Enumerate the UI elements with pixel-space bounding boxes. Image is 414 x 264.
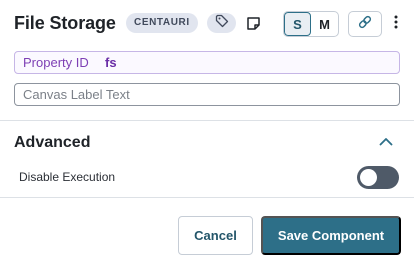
section-divider <box>0 120 414 121</box>
property-id-label: Property ID <box>23 55 89 70</box>
disable-execution-toggle[interactable] <box>357 166 399 189</box>
property-id-field[interactable]: Property ID fs <box>14 51 400 74</box>
panel-header: File Storage CENTAURI S M <box>14 11 404 37</box>
size-toggle-group: S M <box>283 11 339 37</box>
advanced-section-title: Advanced <box>14 134 91 151</box>
canvas-label-input[interactable] <box>15 84 399 105</box>
link-icon <box>357 14 373 35</box>
toggle-knob <box>360 169 377 186</box>
tag-button[interactable] <box>207 13 236 33</box>
canvas-label-field[interactable] <box>14 83 400 106</box>
component-title: File Storage <box>14 13 116 33</box>
chevron-up-icon <box>379 133 393 151</box>
tag-icon <box>215 14 229 33</box>
property-id-value: fs <box>105 55 117 70</box>
advanced-collapse-button[interactable] <box>376 134 396 150</box>
more-options-button[interactable] <box>388 11 404 37</box>
footer-divider <box>0 197 414 198</box>
link-button[interactable] <box>348 11 382 37</box>
component-type-badge: CENTAURI <box>126 13 198 33</box>
cancel-button[interactable]: Cancel <box>178 216 253 255</box>
save-component-button[interactable]: Save Component <box>261 216 401 255</box>
size-medium-button[interactable]: M <box>311 12 338 36</box>
more-vertical-icon <box>394 15 398 34</box>
note-icon[interactable] <box>244 14 262 32</box>
disable-execution-label: Disable Execution <box>19 170 116 184</box>
size-small-button[interactable]: S <box>284 12 311 36</box>
